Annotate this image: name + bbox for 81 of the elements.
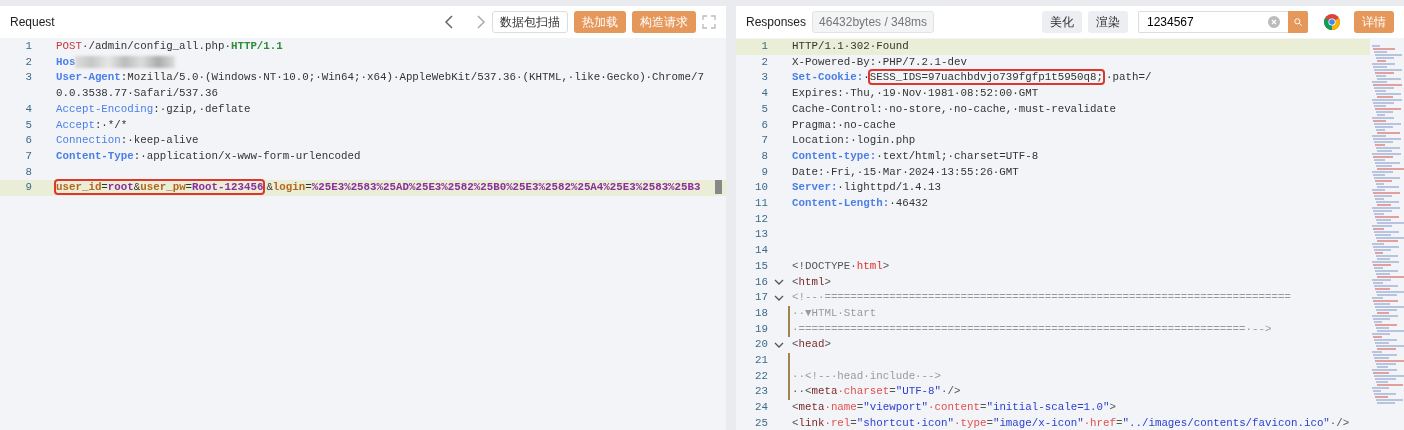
line-number: 3 <box>760 70 769 86</box>
chevron-down-icon[interactable] <box>774 294 784 302</box>
line-number: 11 <box>754 196 769 212</box>
search-field[interactable]: 1234567 <box>1138 11 1288 33</box>
line-number: 9 <box>24 180 33 196</box>
code-text: Accept-Encoding:·gzip,·deflate <box>56 102 251 115</box>
line-number: 13 <box>754 227 769 243</box>
line-number: 22 <box>754 368 769 384</box>
code-text: ·=====================================================================·--> <box>792 322 1272 335</box>
code-text: X-Powered-By:·PHP/7.2.1-dev <box>792 55 967 68</box>
code-text: <!DOCTYPE·html> <box>792 259 890 272</box>
code-text: Hos <box>56 55 76 68</box>
code-text: User-Agent:Mozilla/5.0·(Windows·NT·10.0;·Win64;·x64)·AppleWebKit/537.36·(KHTML,·like·Gecko)·Chrome/70.0.3538.77·Safari/537.36 <box>56 71 704 100</box>
code-text: Cache-Control:·no-store,·no-cache,·must-revalidate <box>792 102 1116 115</box>
code-text: POST·/admin/config_all.php·HTTP/1.1 <box>56 40 283 52</box>
code-text: ··<!--·head·include·--> <box>792 369 942 382</box>
line-number: 1 <box>760 39 769 54</box>
chevron-down-icon[interactable] <box>774 278 784 286</box>
code-text: Set-Cookie:· <box>792 71 870 84</box>
text-cursor <box>714 180 722 195</box>
line-number: 6 <box>24 133 33 149</box>
line-number: 16 <box>754 274 769 290</box>
line-number: 7 <box>24 148 33 164</box>
code-text: <!--·======================================================================== <box>792 291 1291 304</box>
line-number: 25 <box>754 415 769 430</box>
chevron-left-icon[interactable] <box>444 15 454 29</box>
code-text: &login=%25E3%2583%25AD%25E3%2582%25B0%25E3%2582%25A4%25E3%2583%25B3 <box>266 181 701 194</box>
line-number: 10 <box>754 180 769 196</box>
code-text: Location:·login.php <box>792 134 916 147</box>
code-text: <head> <box>792 338 831 351</box>
response-stats: 46432bytes / 348ms <box>812 11 935 33</box>
code-text: Expires:·Thu,·19·Nov·1981·08:52:00·GMT <box>792 87 1039 100</box>
code-text: Content-type:·text/html;·charset=UTF-8 <box>792 149 1039 162</box>
line-number: 9 <box>760 164 769 180</box>
code-text: ··▼HTML·Start <box>792 306 877 319</box>
code-text: Connection:·keep-alive <box>56 134 199 147</box>
line-number: 20 <box>754 337 769 353</box>
line-number: 2 <box>760 54 769 70</box>
code-text: <link·rel="shortcut·icon"·type="image/x-icon"·href="../images/contents/favicon.ico"·/> <box>792 416 1350 429</box>
line-number: 19 <box>754 321 769 337</box>
line-number: 14 <box>754 243 769 259</box>
code-text: HTTP/1.1·302·Found <box>792 40 909 52</box>
chevron-right-icon[interactable] <box>476 15 486 29</box>
line-number: 17 <box>754 290 769 306</box>
panel-title: Request <box>10 14 55 31</box>
code-text: Date:·Fri,·15·Mar·2024·13:55:26·GMT <box>792 165 1019 178</box>
toolbar-button[interactable]: 渲染 <box>1088 11 1128 33</box>
annotation-box: SESS_IDS=97uachbdvjo739fgfp1t5950q8; <box>869 71 1104 84</box>
line-number: 4 <box>760 86 769 102</box>
code-text: Content-Type:·application/x-www-form-urlencoded <box>56 149 361 162</box>
code-text: ·path=/ <box>1106 71 1152 84</box>
chevron-down-icon[interactable] <box>774 341 784 349</box>
code-text: Content-Length:·46432 <box>792 197 929 210</box>
line-number: 21 <box>754 353 769 369</box>
line-number: 24 <box>754 400 769 416</box>
annotation-box: user_id=root&user_pw=Root-123456 <box>56 181 264 194</box>
browser-logo-icon[interactable] <box>1324 14 1340 30</box>
toolbar-button[interactable]: 美化 <box>1042 11 1082 33</box>
line-number: 4 <box>24 101 33 117</box>
line-number: 3 <box>24 70 33 86</box>
line-number: 7 <box>760 133 769 149</box>
code-text: <html> <box>792 275 831 288</box>
search-icon <box>1294 16 1302 28</box>
code-text: <meta·name="viewport"·content="initial-scale=1.0"> <box>792 401 1116 414</box>
line-number: 5 <box>24 117 33 133</box>
line-number: 18 <box>754 305 769 321</box>
code-text: Accept:·*/* <box>56 118 128 131</box>
code-text: Server:·lighttpd/1.4.13 <box>792 181 942 194</box>
code-text: Pragma:·no-cache <box>792 118 896 131</box>
line-number: 23 <box>754 384 769 400</box>
line-number: 15 <box>754 258 769 274</box>
line-number: 6 <box>760 117 769 133</box>
panel-title: Responses <box>746 14 807 31</box>
line-number: 8 <box>24 164 33 180</box>
toolbar-button[interactable]: 数据包扫描 <box>492 11 568 33</box>
line-number: 5 <box>760 101 769 117</box>
line-number: 12 <box>754 211 769 227</box>
line-number: 2 <box>24 54 33 70</box>
line-number: 1 <box>24 39 33 54</box>
line-number: 8 <box>760 148 769 164</box>
code-text: ··<meta·charset="UTF-8"·/> <box>792 385 961 398</box>
